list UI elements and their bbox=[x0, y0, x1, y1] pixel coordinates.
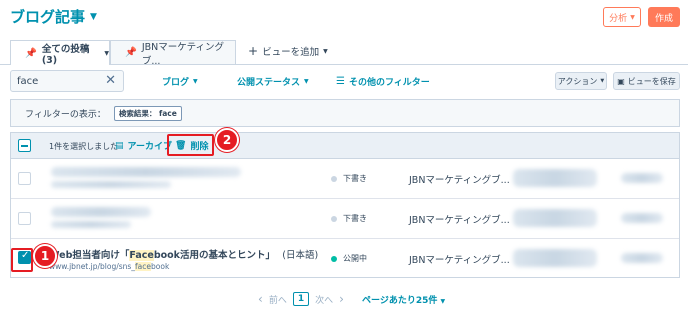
pagination: ‹ 前へ 1 次へ › bbox=[258, 292, 344, 306]
chevron-down-icon: ▼ bbox=[90, 11, 97, 22]
status-dot bbox=[331, 215, 337, 222]
post-url: www.jbnet.jp/blog/sns_facebook bbox=[49, 262, 169, 271]
callout-box-checkbox bbox=[11, 248, 33, 272]
table-row: 下書き JBNマーケティングブ... bbox=[11, 199, 679, 239]
page-title: ブログ記事 bbox=[10, 8, 86, 26]
chevron-left-icon[interactable]: ‹ bbox=[258, 292, 263, 306]
per-page-label: ページあたり25件 bbox=[362, 296, 438, 306]
status-text: 下書き bbox=[343, 174, 367, 183]
blog-filter-dropdown[interactable]: ブログ ▼ bbox=[162, 75, 198, 88]
status-filter-label: 公開ステータス bbox=[237, 78, 301, 88]
status-filter-dropdown[interactable]: 公開ステータス ▼ bbox=[237, 75, 309, 88]
more-filters-button[interactable]: ☰ その他のフィルター bbox=[336, 75, 430, 88]
blurred-meta bbox=[621, 253, 663, 263]
post-language: (日本語) bbox=[282, 250, 319, 261]
status-text: 下書き bbox=[343, 214, 367, 223]
pin-icon: 📌 bbox=[25, 47, 37, 59]
blurred-url bbox=[51, 221, 131, 228]
status-cell: 下書き bbox=[331, 213, 367, 224]
current-page[interactable]: 1 bbox=[292, 292, 310, 306]
chevron-down-icon: ▼ bbox=[323, 47, 328, 55]
callout-badge-2: 2 bbox=[215, 128, 239, 152]
table-row: ✓ Web担当者向け「Facebook活用の基本とヒント」 (日本語) www.… bbox=[11, 239, 679, 278]
per-page-dropdown[interactable]: ページあたり25件 ▼ bbox=[362, 293, 445, 306]
search-input[interactable]: face ✕ bbox=[10, 70, 124, 92]
chevron-down-icon: ▼ bbox=[600, 78, 605, 84]
create-label: 作成 bbox=[654, 13, 673, 24]
analyze-label: 分析 bbox=[609, 13, 628, 24]
author-cell: JBNマーケティングブ... bbox=[409, 215, 510, 226]
status-dot bbox=[331, 175, 337, 182]
archive-label: アーカイブ bbox=[127, 142, 172, 152]
prev-page-link[interactable]: 前へ bbox=[269, 293, 287, 306]
select-all-checkbox[interactable] bbox=[18, 139, 31, 152]
create-button[interactable]: 作成 bbox=[648, 7, 680, 27]
analyze-button[interactable]: 分析 ▼ bbox=[603, 7, 641, 27]
sliders-icon: ☰ bbox=[336, 76, 345, 87]
author-cell: JBNマーケティングブ... bbox=[409, 175, 510, 186]
table-row: 下書き JBNマーケティングブ... bbox=[11, 159, 679, 199]
save-view-label: ビューを保存 bbox=[627, 76, 676, 86]
status-cell: 下書き bbox=[331, 173, 367, 184]
filter-tag[interactable]: 検索結果： face bbox=[113, 105, 182, 121]
blurred-title bbox=[51, 167, 241, 177]
status-text: 公開中 bbox=[343, 254, 367, 263]
selected-count: 1件を選択しました bbox=[49, 142, 119, 151]
chevron-down-icon: ▼ bbox=[630, 13, 635, 21]
tab-label: 全ての投稿 (3) bbox=[41, 43, 90, 66]
row-checkbox[interactable] bbox=[18, 172, 31, 185]
tab-jbn-marketing[interactable]: 📌 JBNマーケティングブ... bbox=[110, 40, 236, 67]
author-cell: JBNマーケティングブ... bbox=[409, 255, 510, 266]
row-checkbox[interactable] bbox=[18, 212, 31, 225]
status-dot bbox=[331, 255, 337, 262]
chevron-down-icon: ▼ bbox=[193, 78, 198, 85]
tab-label: JBNマーケティングブ... bbox=[141, 41, 225, 67]
blurred-url bbox=[51, 181, 171, 188]
blurred-meta bbox=[621, 173, 663, 183]
add-view-label: ビューを追加 bbox=[262, 47, 320, 58]
blurred-title bbox=[51, 207, 151, 217]
action-label: アクション bbox=[557, 76, 598, 86]
close-icon[interactable]: ✕ bbox=[105, 73, 116, 88]
save-view-button[interactable]: ▣ ビューを保存 bbox=[613, 72, 680, 90]
chevron-down-icon: ▼ bbox=[304, 78, 309, 85]
next-page-link[interactable]: 次へ bbox=[315, 293, 333, 306]
callout-box-delete bbox=[167, 134, 214, 156]
post-url-part: www.jbnet.jp/blog/sns_ bbox=[49, 262, 136, 271]
pin-icon: 📌 bbox=[125, 47, 137, 58]
archive-icon: ▤ bbox=[115, 140, 124, 151]
tab-all-posts[interactable]: 📌 全ての投稿 (3) ▼ bbox=[10, 40, 110, 66]
archive-button[interactable]: ▤ アーカイブ bbox=[115, 139, 172, 153]
more-filters-label: その他のフィルター bbox=[348, 78, 430, 88]
callout-badge-1: 1 bbox=[33, 244, 57, 268]
filter-display-label: フィルターの表示： bbox=[25, 109, 106, 120]
post-url-highlight: face bbox=[135, 262, 152, 271]
blurred-meta bbox=[621, 213, 663, 223]
plus-icon: + bbox=[248, 44, 259, 58]
chevron-down-icon: ▼ bbox=[104, 49, 109, 57]
blog-filter-label: ブログ bbox=[162, 78, 190, 88]
filter-display-bar: フィルターの表示： 検索結果： face bbox=[10, 99, 680, 127]
save-icon: ▣ bbox=[617, 76, 625, 86]
post-title-part: book活用の基本とヒント」 bbox=[153, 250, 275, 261]
search-value: face bbox=[17, 75, 39, 87]
chevron-right-icon[interactable]: › bbox=[339, 292, 344, 306]
page-title-dropdown[interactable]: ブログ記事 ▼ bbox=[10, 6, 97, 27]
post-title-highlight: Face bbox=[129, 250, 154, 261]
blurred-date bbox=[513, 169, 597, 187]
status-cell: 公開中 bbox=[331, 253, 367, 264]
bulk-action-bar: 1件を選択しました ▤ アーカイブ 🗑 削除 bbox=[11, 133, 679, 159]
chevron-down-icon: ▼ bbox=[440, 298, 446, 305]
blurred-date bbox=[513, 249, 597, 267]
post-title-part: Web担当者向け「 bbox=[49, 250, 130, 261]
blurred-date bbox=[513, 209, 597, 227]
posts-table: 1件を選択しました ▤ アーカイブ 🗑 削除 下書き JBNマーケティングブ..… bbox=[10, 132, 680, 278]
add-view-button[interactable]: + ビューを追加 ▼ bbox=[248, 44, 328, 58]
post-title-link[interactable]: Web担当者向け「Facebook活用の基本とヒント」 (日本語) bbox=[49, 247, 318, 261]
action-dropdown[interactable]: アクション ▼ bbox=[555, 72, 607, 90]
post-url-part: book bbox=[151, 262, 170, 271]
